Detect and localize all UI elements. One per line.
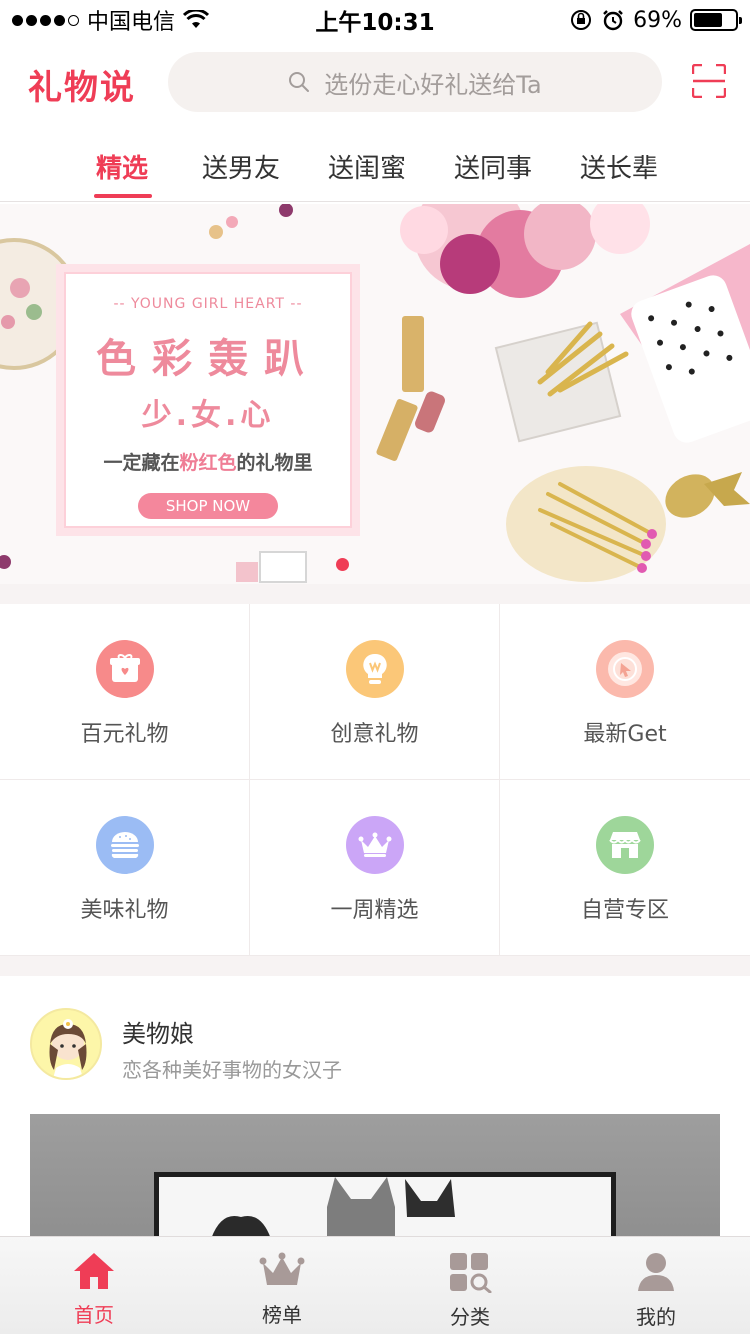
category-label: 百元礼物 bbox=[80, 722, 169, 747]
section-divider bbox=[0, 956, 750, 976]
system-status-group: 69% bbox=[569, 7, 742, 33]
battery-icon bbox=[690, 9, 742, 31]
tabbar-label: 首页 bbox=[74, 1303, 114, 1327]
tabbar-profile[interactable]: 我的 bbox=[562, 1237, 750, 1334]
category-label: 创意礼物 bbox=[330, 722, 419, 747]
signal-icon bbox=[12, 14, 79, 26]
carousel-indicator-dot[interactable] bbox=[336, 558, 349, 571]
profile-icon bbox=[638, 1253, 674, 1291]
category-label: 最新Get bbox=[583, 722, 667, 747]
shop-now-button[interactable]: SHOP NOW bbox=[138, 493, 278, 519]
category-tabs: 精选 送男友 送闺蜜 送同事 送长辈 bbox=[0, 136, 750, 202]
search-placeholder: 选份走心好礼送给Ta bbox=[324, 70, 542, 99]
shop-icon bbox=[596, 816, 654, 874]
carrier-label: 中国电信 bbox=[87, 10, 176, 35]
banner-tagline-suffix: 的礼物里 bbox=[236, 452, 313, 474]
search-icon bbox=[289, 72, 310, 92]
section-divider bbox=[0, 584, 750, 604]
crown-icon bbox=[345, 816, 404, 874]
tab-featured[interactable]: 精选 bbox=[96, 148, 148, 185]
category-label: 美味礼物 bbox=[80, 898, 169, 923]
rotation-lock-icon bbox=[571, 10, 592, 30]
crown-icon bbox=[259, 1252, 305, 1285]
banner-tagline-highlight: 粉红色 bbox=[179, 452, 237, 474]
tab-elder[interactable]: 送长辈 bbox=[580, 148, 658, 185]
lightbulb-icon bbox=[345, 640, 404, 698]
author-description: 恋各种美好事物的女汉子 bbox=[122, 1058, 342, 1082]
category-self-operated[interactable]: 自营专区 bbox=[500, 780, 750, 956]
feed-post-image[interactable] bbox=[30, 1114, 720, 1238]
active-tab-indicator bbox=[94, 194, 152, 198]
tabbar-label: 分类 bbox=[450, 1305, 490, 1329]
banner-tagline: 一定藏在粉红色的礼物里 bbox=[66, 448, 350, 475]
tabbar-home[interactable]: 首页 bbox=[0, 1237, 188, 1334]
banner-subtitle: 少.女.心 bbox=[141, 398, 275, 433]
banner-card-inner: -- YOUNG GIRL HEART -- 色彩轰趴 少.女.心 一定藏在粉红… bbox=[64, 272, 352, 528]
header: 礼物说 选份走心好礼送给Ta bbox=[0, 50, 750, 112]
status-bar: 中国电信 上午10:31 69% bbox=[0, 0, 750, 40]
cursor-icon bbox=[596, 640, 654, 698]
framed-picture bbox=[154, 1172, 616, 1238]
tab-bestie[interactable]: 送闺蜜 bbox=[328, 148, 406, 185]
tab-boyfriend[interactable]: 送男友 bbox=[202, 148, 280, 185]
feed-author[interactable]: 美物娘 恋各种美好事物的女汉子 bbox=[30, 1008, 730, 1082]
promo-banner[interactable]: -- YOUNG GIRL HEART -- 色彩轰趴 少.女.心 一定藏在粉红… bbox=[0, 204, 750, 584]
tabbar-label: 榜单 bbox=[262, 1303, 302, 1327]
banner-eyebrow: -- YOUNG GIRL HEART -- bbox=[113, 296, 303, 312]
battery-fill bbox=[694, 13, 722, 27]
search-input[interactable]: 选份走心好礼送给Ta bbox=[168, 52, 662, 112]
category-tasty-gifts[interactable]: 美味礼物 bbox=[0, 780, 250, 956]
category-hundred-yuan-gifts[interactable]: 百元礼物 bbox=[0, 604, 250, 780]
gift-icon bbox=[95, 640, 154, 698]
category-weekly-picks[interactable]: 一周精选 bbox=[250, 780, 500, 956]
tabbar-ranking[interactable]: 榜单 bbox=[188, 1237, 376, 1334]
category-label: 一周精选 bbox=[330, 898, 419, 923]
home-icon bbox=[74, 1253, 114, 1289]
scan-icon[interactable] bbox=[692, 64, 726, 98]
banner-tagline-prefix: 一定藏在 bbox=[103, 452, 180, 474]
burger-icon bbox=[95, 816, 154, 874]
category-icon bbox=[450, 1253, 492, 1293]
app-logo: 礼物说 bbox=[28, 68, 136, 108]
tab-colleague[interactable]: 送同事 bbox=[454, 148, 532, 185]
category-newest-get[interactable]: 最新Get bbox=[500, 604, 750, 780]
banner-title: 色彩轰趴 bbox=[96, 336, 320, 382]
banner-card: -- YOUNG GIRL HEART -- 色彩轰趴 少.女.心 一定藏在粉红… bbox=[56, 264, 360, 536]
bottom-tab-bar: 首页 榜单 分类 我的 bbox=[0, 1236, 750, 1334]
category-label: 自营专区 bbox=[580, 898, 669, 923]
wifi-icon bbox=[183, 10, 210, 28]
avatar[interactable] bbox=[30, 1008, 102, 1080]
tabbar-label: 我的 bbox=[636, 1305, 676, 1329]
tabbar-categories[interactable]: 分类 bbox=[376, 1237, 564, 1334]
battery-percent: 69% bbox=[633, 7, 682, 33]
alarm-icon bbox=[603, 10, 623, 31]
author-name: 美物娘 bbox=[122, 1020, 194, 1048]
category-creative-gifts[interactable]: 创意礼物 bbox=[250, 604, 500, 780]
carrier-group: 中国电信 bbox=[12, 4, 210, 36]
category-grid: 百元礼物 创意礼物 最新Get 美味礼物 一周精选 自营专区 bbox=[0, 604, 750, 956]
